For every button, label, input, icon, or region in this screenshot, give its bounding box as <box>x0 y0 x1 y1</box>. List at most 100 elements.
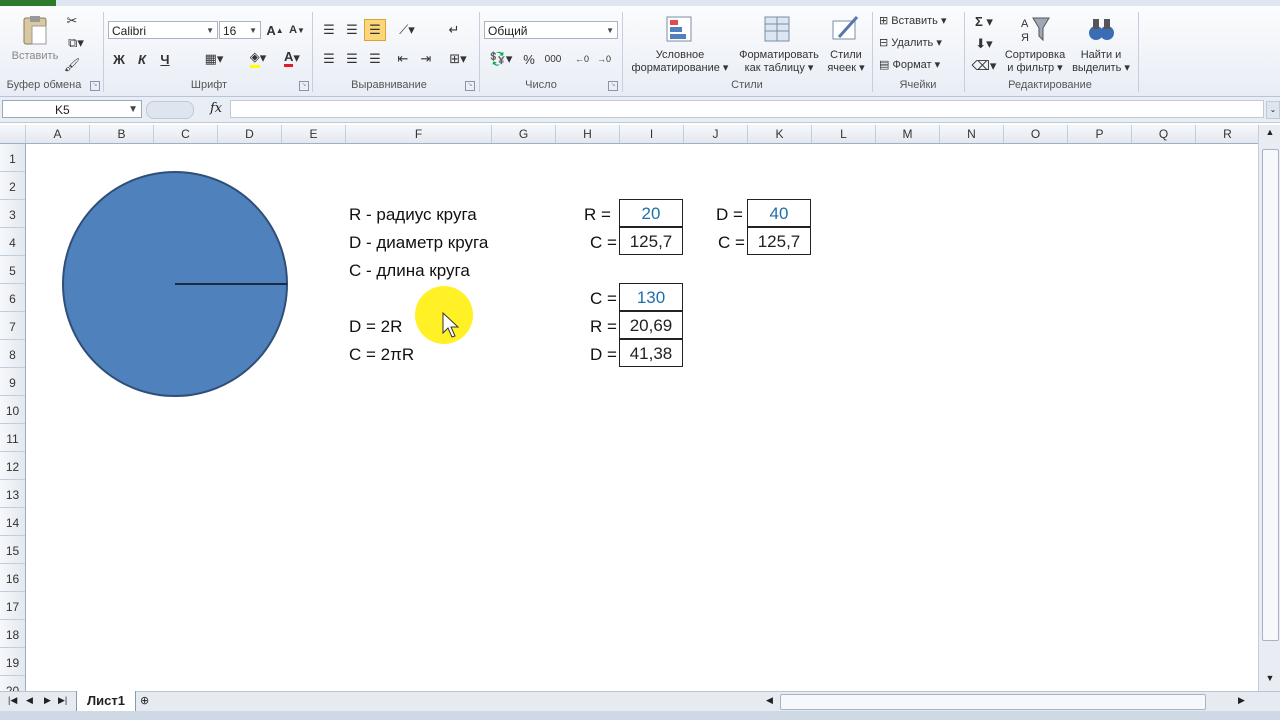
insert-function-button[interactable]: fx <box>210 101 222 116</box>
grow-font-icon[interactable]: A ▲ <box>266 21 284 39</box>
increase-decimal-icon[interactable]: ←0 <box>572 50 592 68</box>
column-header-d[interactable]: D <box>218 125 282 143</box>
new-sheet-icon[interactable]: ⊕ <box>140 694 160 708</box>
row-header-10[interactable]: 10 <box>0 396 25 424</box>
row-header-9[interactable]: 9 <box>0 368 25 396</box>
vertical-scrollbar[interactable]: ▲ ▼ <box>1258 125 1280 692</box>
format-cells-button[interactable]: ▤ Формат ▾ <box>879 59 961 72</box>
column-header-o[interactable]: O <box>1004 125 1068 143</box>
font-size-select[interactable]: 16 ▼ <box>219 21 261 39</box>
column-header-b[interactable]: B <box>90 125 154 143</box>
row-header-2[interactable]: 2 <box>0 172 25 200</box>
italic-button[interactable]: К <box>133 50 151 68</box>
row-header-12[interactable]: 12 <box>0 452 25 480</box>
column-header-a[interactable]: A <box>26 125 90 143</box>
next-sheet-icon[interactable]: ▶ <box>44 695 51 706</box>
column-header-h[interactable]: H <box>556 125 620 143</box>
block1-value-r[interactable]: 20 <box>619 199 683 227</box>
column-header-i[interactable]: I <box>620 125 684 143</box>
row-header-3[interactable]: 3 <box>0 200 25 228</box>
row-header-4[interactable]: 4 <box>0 228 25 256</box>
circle-shape[interactable] <box>60 169 290 399</box>
horizontal-scroll-thumb[interactable] <box>780 694 1206 710</box>
column-header-k[interactable]: K <box>748 125 812 143</box>
row-header-5[interactable]: 5 <box>0 256 25 284</box>
scroll-up-arrow-icon[interactable]: ▲ <box>1262 127 1278 141</box>
block3-value-d[interactable]: 41,38 <box>619 339 683 367</box>
block3-value-r[interactable]: 20,69 <box>619 311 683 339</box>
sheet-tab-active[interactable]: Лист1 <box>76 691 136 712</box>
shrink-font-icon[interactable]: A ▼ <box>288 21 306 39</box>
autosum-icon[interactable]: Σ ▾ <box>970 13 998 31</box>
row-header-7[interactable]: 7 <box>0 312 25 340</box>
align-left-icon[interactable]: ☰ <box>319 50 339 68</box>
paste-button[interactable]: Вставить <box>6 50 64 63</box>
last-sheet-icon[interactable]: ▶| <box>58 695 67 706</box>
sort-filter-icon[interactable]: АЯ <box>1018 14 1052 44</box>
font-color-icon[interactable]: A ▾ <box>278 48 306 68</box>
row-header-14[interactable]: 14 <box>0 508 25 536</box>
prev-sheet-icon[interactable]: ◀ <box>26 695 33 706</box>
column-header-p[interactable]: P <box>1068 125 1132 143</box>
number-dialog-launcher[interactable]: ↘ <box>608 81 618 91</box>
row-header-17[interactable]: 17 <box>0 592 25 620</box>
align-right-icon[interactable]: ☰ <box>365 50 385 68</box>
thousands-button[interactable]: 000 <box>542 50 564 68</box>
scroll-down-arrow-icon[interactable]: ▼ <box>1262 673 1278 687</box>
row-header-18[interactable]: 18 <box>0 620 25 648</box>
column-header-j[interactable]: J <box>684 125 748 143</box>
align-center-icon[interactable]: ☰ <box>342 50 362 68</box>
cell-styles-icon[interactable] <box>830 14 860 44</box>
column-header-f[interactable]: F <box>346 125 492 143</box>
paste-icon[interactable] <box>18 14 52 46</box>
row-header-8[interactable]: 8 <box>0 340 25 368</box>
sort-filter-button[interactable]: Сортировка и фильтр ▾ <box>1000 49 1070 75</box>
alignment-dialog-launcher[interactable]: ↘ <box>465 81 475 91</box>
increase-indent-icon[interactable]: ⇥ <box>416 50 436 68</box>
conditional-formatting-button[interactable]: Условное форматирование ▾ <box>626 49 734 75</box>
block2-value-d[interactable]: 40 <box>747 199 811 227</box>
column-header-g[interactable]: G <box>492 125 556 143</box>
font-dialog-launcher[interactable]: ↘ <box>299 81 309 91</box>
block1-value-c[interactable]: 125,7 <box>619 227 683 255</box>
expand-formula-bar-button[interactable]: ⌄ <box>1266 101 1280 119</box>
format-as-table-icon[interactable] <box>762 14 792 44</box>
row-header-6[interactable]: 6 <box>0 284 25 312</box>
borders-icon[interactable]: ▦▾ <box>200 50 228 68</box>
bold-button[interactable]: Ж <box>110 50 128 68</box>
row-header-11[interactable]: 11 <box>0 424 25 452</box>
formula-input[interactable] <box>230 100 1264 118</box>
cell-styles-button[interactable]: Стили ячеек ▾ <box>822 49 870 75</box>
merge-center-icon[interactable]: ⊞▾ <box>444 50 472 68</box>
row-header-16[interactable]: 16 <box>0 564 25 592</box>
file-tab[interactable] <box>0 0 56 6</box>
delete-cells-button[interactable]: ⊟ Удалить ▾ <box>879 37 961 50</box>
formula-bar-splitter[interactable] <box>146 101 194 119</box>
percent-button[interactable]: % <box>520 50 538 68</box>
column-header-c[interactable]: C <box>154 125 218 143</box>
align-middle-icon[interactable]: ☰ <box>342 20 362 40</box>
number-format-select[interactable]: Общий ▼ <box>484 21 618 39</box>
currency-icon[interactable]: 💱▾ <box>486 50 516 68</box>
cut-icon[interactable]: ✂ <box>64 13 80 29</box>
clear-icon[interactable]: ⌫▾ <box>970 57 998 75</box>
block2-value-c[interactable]: 125,7 <box>747 227 811 255</box>
horizontal-scroll-left-icon[interactable]: ◀ <box>766 695 773 706</box>
column-header-l[interactable]: L <box>812 125 876 143</box>
fill-icon[interactable]: ⬇▾ <box>970 35 998 53</box>
orientation-icon[interactable]: ⟋▾ <box>393 20 421 40</box>
find-select-icon[interactable] <box>1086 14 1116 44</box>
vertical-scroll-thumb[interactable] <box>1262 149 1279 641</box>
row-header-15[interactable]: 15 <box>0 536 25 564</box>
font-name-select[interactable]: Calibri ▼ <box>108 21 218 39</box>
insert-cells-button[interactable]: ⊞ Вставить ▾ <box>879 15 961 28</box>
row-header-13[interactable]: 13 <box>0 480 25 508</box>
sheet-area[interactable]: R - радиус круга D - диаметр круга C - д… <box>26 144 1258 691</box>
align-bottom-icon[interactable]: ☰ <box>364 19 386 41</box>
column-header-r[interactable]: R <box>1196 125 1260 143</box>
row-header-19[interactable]: 19 <box>0 648 25 676</box>
name-box[interactable]: K5 ▼ <box>2 100 142 118</box>
column-header-n[interactable]: N <box>940 125 1004 143</box>
decrease-decimal-icon[interactable]: →0 <box>594 50 614 68</box>
first-sheet-icon[interactable]: |◀ <box>8 695 17 706</box>
